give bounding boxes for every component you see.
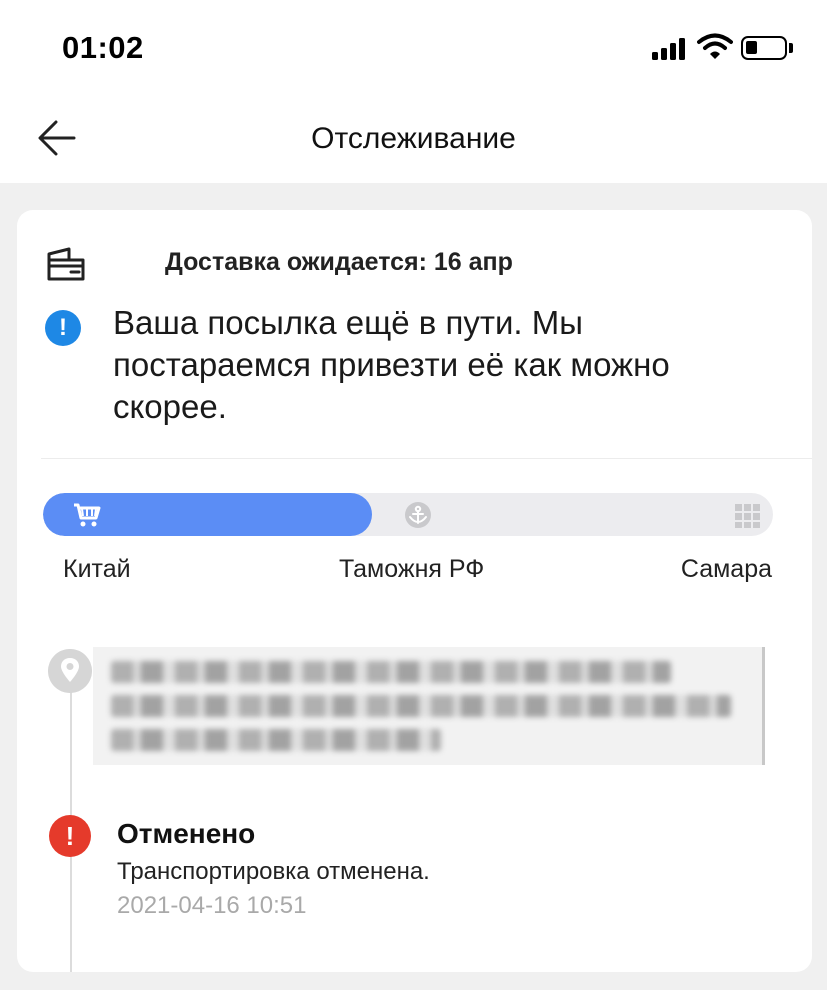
battery-icon bbox=[741, 36, 787, 60]
anchor-icon bbox=[405, 502, 431, 528]
cart-icon bbox=[74, 503, 101, 527]
stage-label-samara: Самара bbox=[680, 555, 772, 583]
event-status-title: Отменено bbox=[117, 818, 256, 849]
event-timestamp: 2021-04-16 10:51 bbox=[117, 892, 307, 919]
page-title: Отслеживание bbox=[311, 122, 516, 155]
alert-icon: ! bbox=[49, 815, 91, 857]
wallet-icon bbox=[47, 247, 85, 281]
delivery-expected-label: Доставка ожидается: 16 апр bbox=[165, 248, 513, 276]
location-pin-icon bbox=[48, 649, 92, 693]
notice-text: Ваша посылка ещё в пути. Мы постараемся … bbox=[113, 304, 670, 425]
redacted-address bbox=[93, 647, 765, 765]
status-time: 01:02 bbox=[62, 30, 144, 65]
tracking-card: Доставка ожидается: 16 апр ! Ваша посылк… bbox=[17, 210, 812, 972]
divider bbox=[41, 458, 812, 459]
shipment-progress-bar bbox=[43, 493, 773, 536]
stage-label-china: Китай bbox=[63, 555, 131, 583]
info-icon: ! bbox=[45, 310, 81, 346]
stage-label-customs: Таможня РФ bbox=[339, 555, 485, 583]
delivery-estimate: Доставка ожидается: 16 апр bbox=[45, 240, 785, 290]
event-description: Транспортировка отменена. bbox=[117, 858, 430, 885]
cellular-signal-icon bbox=[652, 38, 685, 60]
grid-icon bbox=[735, 504, 760, 528]
battery-tip bbox=[789, 43, 793, 53]
status-bar: 01:02 bbox=[0, 0, 827, 95]
navigation-bar: Отслеживание bbox=[0, 95, 827, 183]
wifi-icon bbox=[697, 33, 733, 59]
